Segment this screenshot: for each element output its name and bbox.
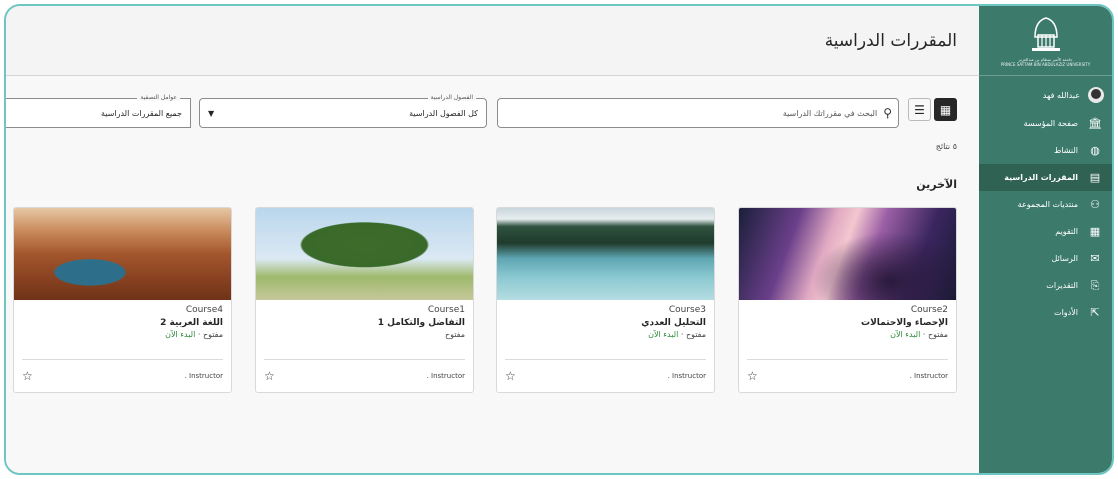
sidebar-item-label: المقررات الدراسية <box>1004 173 1078 182</box>
sidebar-item-grades[interactable]: ⎘ التقديرات <box>979 272 1112 299</box>
university-logo-icon <box>1031 16 1060 51</box>
sidebar-item-groups[interactable]: ⚇ منتديات المجموعة <box>979 191 1112 218</box>
search-placeholder: البحث في مقرراتك الدراسية <box>782 108 878 118</box>
sidebar-item-tools[interactable]: ⇱ الأدوات <box>979 299 1112 326</box>
page-title: المقررات الدراسية <box>824 30 957 51</box>
course-code: Course1 <box>427 305 465 315</box>
sidebar-item-messages[interactable]: ✉ الرسائل <box>979 245 1112 272</box>
sidebar-nav: 🏛 صفحة المؤسسة ◍ النشاط ▤ المقررات الدرا… <box>979 110 1112 326</box>
course-card[interactable]: Course3 التحليل العددي مفتوح · البدء الآ… <box>496 207 715 393</box>
start-now-link[interactable]: البدء الآن <box>648 330 678 339</box>
course-title[interactable]: الإحصاء والاحتمالات <box>747 318 948 328</box>
view-toggle: ▦ ☰ <box>908 98 957 121</box>
course-title[interactable]: التفاضل والتكامل 1 <box>264 318 465 328</box>
course-status: مفتوح · البدء الآن <box>165 330 223 339</box>
sidebar-item-calendar[interactable]: ▦ التقويم <box>979 218 1112 245</box>
status-label: مفتوح <box>202 330 223 339</box>
course-code: Course2 <box>910 305 948 315</box>
courses-icon: ▤ <box>1089 171 1101 184</box>
star-icon[interactable]: ☆ <box>747 369 758 383</box>
sidebar-item-label: الرسائل <box>1051 254 1079 263</box>
main-panel: المقررات الدراسية ▦ ☰ ⚲ البحث في مقرراتك… <box>6 6 979 473</box>
instructor-label: Instructor . <box>667 372 706 380</box>
card-footer: Instructor . ☆ <box>505 359 706 392</box>
search-icon: ⚲ <box>883 106 892 120</box>
list-icon: ☰ <box>914 102 925 117</box>
instructor-label: Instructor . <box>184 372 223 380</box>
sidebar-item-label: منتديات المجموعة <box>1017 200 1078 209</box>
section-title: الآخرين <box>916 178 957 191</box>
university-logo[interactable]: جامعة الأمير سطام بن عبدالعزيز PRINCE SA… <box>979 6 1112 76</box>
card-footer: Instructor . ☆ <box>747 359 948 392</box>
star-icon[interactable]: ☆ <box>22 369 33 383</box>
grid-icon: ▦ <box>939 102 952 117</box>
term-select[interactable]: الفصول الدراسية كل الفصول الدراسية ▼ <box>199 94 487 128</box>
university-name: جامعة الأمير سطام بن عبدالعزيز PRINCE SA… <box>1000 56 1091 67</box>
content-area: ▦ ☰ ⚲ البحث في مقرراتك الدراسية الفصول ا… <box>6 76 979 473</box>
status-label: مفتوح <box>444 330 465 339</box>
results-count: ٥ نتائج <box>935 142 957 151</box>
course-title[interactable]: التحليل العددي <box>505 318 706 328</box>
sidebar-item-label: الأدوات <box>1054 308 1078 317</box>
grades-icon: ⎘ <box>1090 278 1100 292</box>
list-view-button[interactable]: ☰ <box>908 98 931 121</box>
filter-select[interactable]: عوامل التصفية جميع المقررات الدراسية <box>6 94 191 128</box>
user-name: عبدالله فهد <box>1042 90 1080 100</box>
course-status: مفتوح · البدء الآن <box>890 330 948 339</box>
tools-icon: ⇱ <box>1090 306 1100 319</box>
instructor-label: Instructor . <box>909 372 948 380</box>
course-status: مفتوح <box>264 330 465 339</box>
sidebar-item-label: النشاط <box>1053 146 1078 155</box>
course-toolbar: ▦ ☰ ⚲ البحث في مقرراتك الدراسية الفصول ا… <box>6 94 957 128</box>
course-card[interactable]: Course1 التفاضل والتكامل 1 مفتوح Instruc… <box>255 207 474 393</box>
start-now-link[interactable]: البدء الآن <box>890 330 920 339</box>
term-select-legend: الفصول الدراسية <box>427 94 476 101</box>
sidebar-item-label: صفحة المؤسسة <box>1023 119 1078 128</box>
course-thumbnail <box>256 208 473 300</box>
avatar <box>1088 87 1104 103</box>
card-footer: Instructor . ☆ <box>264 359 465 392</box>
course-thumbnail <box>497 208 714 300</box>
course-status: مفتوح · البدء الآن <box>648 330 706 339</box>
term-select-value: كل الفصول الدراسية <box>409 108 478 118</box>
card-footer: Instructor . ☆ <box>22 359 223 392</box>
course-card[interactable]: Course2 الإحصاء والاحتمالات مفتوح · البد… <box>738 207 957 393</box>
star-icon[interactable]: ☆ <box>505 369 516 383</box>
mail-icon: ✉ <box>1090 252 1100 265</box>
star-icon[interactable]: ☆ <box>264 369 275 383</box>
sidebar-item-activity[interactable]: ◍ النشاط <box>979 137 1112 164</box>
instructor-label: Instructor . <box>426 372 465 380</box>
sidebar-item-label: التقويم <box>1055 227 1078 236</box>
globe-icon: ◍ <box>1090 144 1100 157</box>
start-now-link[interactable]: البدء الآن <box>165 330 195 339</box>
status-label: مفتوح <box>927 330 948 339</box>
course-thumbnail <box>739 208 956 300</box>
groups-icon: ⚇ <box>1090 198 1100 211</box>
chevron-down-icon: ▼ <box>208 109 215 118</box>
institution-icon: 🏛 <box>1088 117 1102 130</box>
course-card[interactable]: Course4 اللغة العربية 2 مفتوح · البدء ال… <box>13 207 232 393</box>
sidebar-item-courses[interactable]: ▤ المقررات الدراسية <box>979 164 1112 191</box>
course-thumbnail <box>14 208 231 300</box>
sidebar-item-label: التقديرات <box>1046 281 1078 290</box>
search-input[interactable]: ⚲ البحث في مقرراتك الدراسية <box>497 98 899 128</box>
sidebar: جامعة الأمير سطام بن عبدالعزيز PRINCE SA… <box>979 6 1112 473</box>
calendar-icon: ▦ <box>1089 225 1101 238</box>
filter-select-legend: عوامل التصفية <box>137 94 180 101</box>
title-bar: المقررات الدراسية <box>6 6 979 76</box>
filter-select-value: جميع المقررات الدراسية <box>100 108 182 118</box>
user-profile[interactable]: عبدالله فهد <box>979 80 1112 110</box>
course-grid: Course2 الإحصاء والاحتمالات مفتوح · البد… <box>6 207 957 397</box>
course-code: Course4 <box>185 305 223 315</box>
status-label: مفتوح <box>685 330 706 339</box>
course-title[interactable]: اللغة العربية 2 <box>22 318 223 328</box>
course-code: Course3 <box>668 305 706 315</box>
app-window: المقررات الدراسية ▦ ☰ ⚲ البحث في مقرراتك… <box>4 4 1114 475</box>
grid-view-button[interactable]: ▦ <box>934 98 957 121</box>
sidebar-item-institution[interactable]: 🏛 صفحة المؤسسة <box>979 110 1112 137</box>
